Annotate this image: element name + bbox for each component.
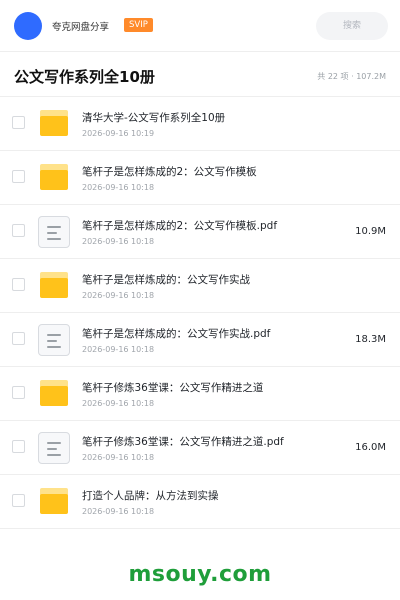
folder-header: 公文写作系列全10册 共 22 项 · 107.2M <box>0 52 400 97</box>
select-checkbox[interactable] <box>12 170 25 183</box>
file-name: 打造个人品牌：从方法到实操 <box>82 490 219 502</box>
file-date: 2026-09-16 10:18 <box>82 399 155 408</box>
file-date: 2026-09-16 10:18 <box>82 237 155 246</box>
file-name: 笔杆子是怎样炼成的：公文写作实战.pdf <box>82 328 271 340</box>
folder-icon <box>38 108 70 140</box>
file-size: 10.9M <box>355 226 386 237</box>
file-row[interactable]: 笔杆子是怎样炼成的2：公文写作模板 2026-09-16 10:18 <box>0 151 400 205</box>
file-date: 2026-09-16 10:18 <box>82 453 155 462</box>
file-name: 清华大学-公文写作系列全10册 <box>82 112 226 124</box>
select-checkbox[interactable] <box>12 440 25 453</box>
folder-icon <box>38 378 70 410</box>
file-name: 笔杆子修炼36堂课：公文写作精进之道 <box>82 382 264 394</box>
select-checkbox[interactable] <box>12 116 25 129</box>
folder-title: 公文写作系列全10册 <box>14 68 155 86</box>
file-size: 16.0M <box>355 442 386 453</box>
file-date: 2026-09-16 10:18 <box>82 345 155 354</box>
file-row[interactable]: 笔杆子是怎样炼成的2：公文写作模板.pdf 2026-09-16 10:18 10.… <box>0 205 400 259</box>
file-size: 18.3M <box>355 334 386 345</box>
file-date: 2026-09-16 10:18 <box>82 507 155 516</box>
folder-icon <box>38 486 70 518</box>
select-checkbox[interactable] <box>12 494 25 507</box>
folder-stats: 共 22 项 · 107.2M <box>317 72 386 81</box>
top-bar: 夸克网盘分享 SVIP 搜索 <box>0 0 400 52</box>
file-date: 2026-09-16 10:18 <box>82 291 155 300</box>
file-row[interactable]: 笔杆子是怎样炼成的：公文写作实战.pdf 2026-09-16 10:18 18.3… <box>0 313 400 367</box>
folder-icon <box>38 270 70 302</box>
file-name: 笔杆子是怎样炼成的2：公文写作模板 <box>82 166 257 178</box>
file-row[interactable]: 清华大学-公文写作系列全10册 2026-09-16 10:19 <box>0 97 400 151</box>
document-icon <box>38 324 70 356</box>
document-icon <box>38 216 70 248</box>
svip-badge: SVIP <box>124 18 153 32</box>
avatar[interactable] <box>14 12 42 40</box>
select-checkbox[interactable] <box>12 278 25 291</box>
watermark-text: msouy.com <box>128 562 272 587</box>
search-button[interactable]: 搜索 <box>316 12 388 40</box>
folder-icon <box>38 162 70 194</box>
file-name: 笔杆子修炼36堂课：公文写作精进之道.pdf <box>82 436 284 448</box>
share-source-label: 夸克网盘分享 <box>52 22 110 33</box>
document-icon <box>38 432 70 464</box>
file-date: 2026-09-16 10:18 <box>82 183 155 192</box>
file-list: 清华大学-公文写作系列全10册 2026-09-16 10:19 笔杆子是怎样炼成的… <box>0 97 400 529</box>
file-name: 笔杆子是怎样炼成的2：公文写作模板.pdf <box>82 220 278 232</box>
file-row[interactable]: 笔杆子是怎样炼成的：公文写作实战 2026-09-16 10:18 <box>0 259 400 313</box>
file-row[interactable]: 打造个人品牌：从方法到实操 2026-09-16 10:18 <box>0 475 400 529</box>
select-checkbox[interactable] <box>12 332 25 345</box>
select-checkbox[interactable] <box>12 386 25 399</box>
file-date: 2026-09-16 10:19 <box>82 129 155 138</box>
file-row[interactable]: 笔杆子修炼36堂课：公文写作精进之道.pdf 2026-09-16 10:18 16… <box>0 421 400 475</box>
file-name: 笔杆子是怎样炼成的：公文写作实战 <box>82 274 250 286</box>
select-checkbox[interactable] <box>12 224 25 237</box>
file-row[interactable]: 笔杆子修炼36堂课：公文写作精进之道 2026-09-16 10:18 <box>0 367 400 421</box>
